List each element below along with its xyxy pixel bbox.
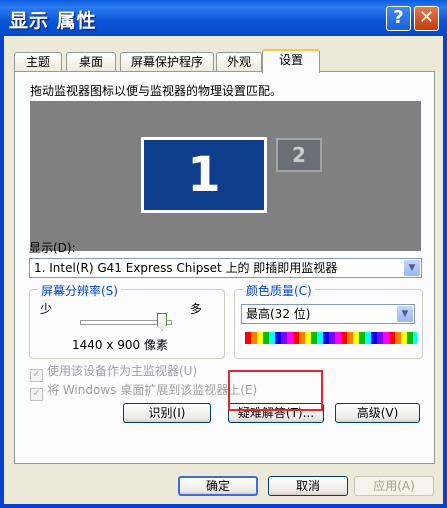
ok-button[interactable]: 确定 [178, 476, 258, 496]
resolution-max-label: 多 [190, 302, 203, 316]
monitor-2-icon[interactable]: 2 [276, 138, 322, 172]
display-label: 显示(D): [29, 241, 76, 255]
primary-monitor-checkbox[interactable]: ✓ 使用该设备作为主监视器(U) [30, 362, 197, 382]
resolution-title: 屏幕分辨率(S) [38, 282, 121, 299]
title-bar[interactable]: 显示 属性 ? ✕ [0, 0, 447, 36]
primary-monitor-label: 使用该设备作为主监视器(U) [47, 364, 198, 378]
extend-desktop-label: 将 Windows 桌面扩展到该监视器上(E) [47, 383, 258, 397]
extend-desktop-checkbox[interactable]: ✓ 将 Windows 桌面扩展到该监视器上(E) [30, 381, 257, 401]
tab-settings[interactable]: 设置 [262, 49, 320, 73]
help-button[interactable]: ? [386, 6, 411, 31]
tab-theme[interactable]: 主题 [14, 52, 62, 72]
tab-desktop[interactable]: 桌面 [66, 52, 116, 72]
checkmark-icon: ✓ [30, 388, 43, 401]
color-quality-value: 最高(32 位) [246, 307, 311, 321]
monitor-1-icon[interactable]: 1 [141, 137, 267, 213]
highlight-box [228, 370, 323, 411]
tab-screensaver[interactable]: 屏幕保护程序 [120, 52, 214, 72]
resolution-min-label: 少 [40, 302, 53, 316]
display-select[interactable]: 1. Intel(R) G41 Express Chipset 上的 即插即用监… [29, 258, 422, 278]
cancel-button[interactable]: 取消 [268, 476, 348, 496]
resolution-value: 1440 x 900 像素 [72, 338, 168, 352]
display-select-value: 1. Intel(R) G41 Express Chipset 上的 即插即用监… [34, 261, 338, 275]
apply-button[interactable]: 应用(A) [354, 476, 434, 496]
resolution-group: 屏幕分辨率(S) 少 多 1440 x 900 像素 [29, 282, 225, 359]
chevron-down-icon[interactable]: ▼ [397, 306, 413, 322]
description-text: 拖动监视器图标以便与监视器的物理设置匹配。 [30, 84, 283, 98]
monitor-preview: 1 2 [30, 101, 421, 251]
color-quality-group: 颜色质量(C) 最高(32 位) ▼ [234, 282, 423, 359]
settings-panel: 拖动监视器图标以便与监视器的物理设置匹配。 1 2 显示(D): 1. Inte… [14, 71, 435, 464]
chevron-down-icon[interactable]: ▼ [404, 260, 420, 276]
color-quality-select[interactable]: 最高(32 位) ▼ [241, 304, 415, 324]
identify-button[interactable]: 识别(I) [123, 403, 211, 423]
tab-appearance[interactable]: 外观 [216, 52, 262, 72]
window-title: 显示 属性 [9, 10, 97, 32]
advanced-button[interactable]: 高级(V) [335, 403, 420, 423]
display-properties-window: 显示 属性 ? ✕ 主题 桌面 屏幕保护程序 外观 设置 拖动监视器图标以便与监… [0, 0, 447, 508]
close-button[interactable]: ✕ [414, 6, 439, 31]
color-quality-title: 颜色质量(C) [243, 282, 315, 299]
color-spectrum-bar [245, 332, 417, 344]
resolution-slider-thumb[interactable] [157, 313, 167, 331]
